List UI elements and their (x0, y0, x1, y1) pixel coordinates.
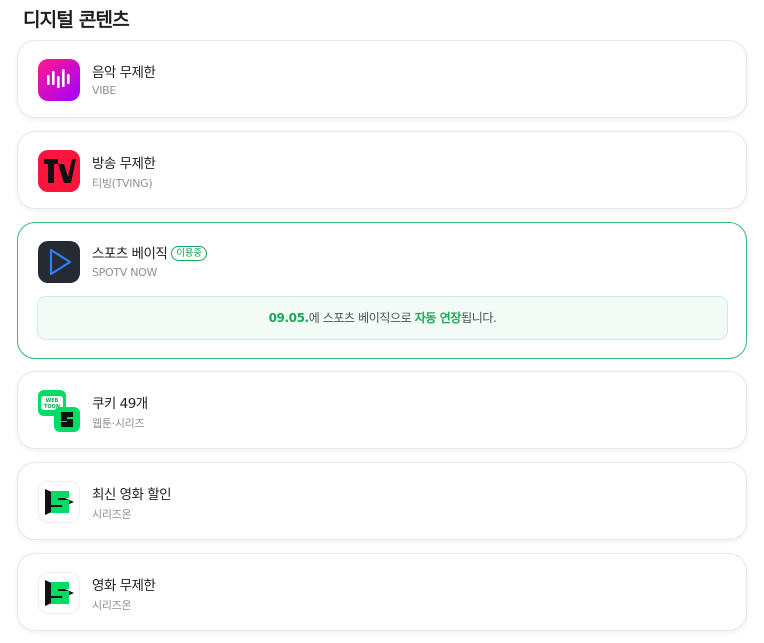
content-card-tving[interactable]: 방송 무제한 티빙(TVING) (17, 131, 747, 209)
item-title: 방송 무제한 (92, 156, 156, 172)
content-card-cookie[interactable]: WEB TOON 쿠키 49개 웹툰·시리즈 (17, 371, 747, 449)
item-subtitle: VIBE (92, 84, 117, 97)
status-badge: 이용중 (171, 246, 207, 261)
section-title: 디지털 콘텐츠 (23, 9, 130, 31)
item-title: 영화 무제한 (92, 578, 156, 594)
webtoon-series-icon: WEB TOON (38, 390, 80, 432)
notice-highlight: 자동 연장 (414, 311, 462, 325)
series-on-logo-icon (38, 572, 80, 614)
item-title-row: 스포츠 베이직 이용중 (92, 242, 207, 262)
content-card-vibe[interactable]: 음악 무제한 VIBE (17, 40, 747, 118)
auto-renew-notice: 09.05.에 스포츠 베이직으로 자동 연장됩니다. (37, 296, 728, 340)
spotv-play-icon (38, 241, 80, 283)
item-title: 스포츠 베이직 (92, 246, 168, 262)
series-on-logo-icon (38, 481, 80, 523)
item-subtitle: SPOTV NOW (92, 266, 158, 279)
notice-text-end: 됩니다. (461, 311, 497, 325)
item-subtitle: 시리즈온 (92, 508, 132, 521)
item-subtitle: 티빙(TVING) (92, 177, 153, 190)
item-title: 최신 영화 할인 (92, 487, 172, 503)
vibe-logo-icon (38, 59, 80, 101)
notice-date: 09.05. (268, 311, 310, 325)
tving-logo-icon (38, 150, 80, 192)
item-subtitle: 시리즈온 (92, 599, 132, 612)
content-card-series-on-discount[interactable]: 최신 영화 할인 시리즈온 (17, 462, 747, 540)
item-title: 음악 무제한 (92, 65, 156, 81)
notice-text: 에 스포츠 베이직으로 (308, 311, 415, 325)
item-title: 쿠키 49개 (92, 396, 148, 412)
content-card-spotv[interactable]: 스포츠 베이직 이용중 SPOTV NOW 09.05.에 스포츠 베이직으로 자… (17, 222, 747, 359)
content-card-series-on-unlimited[interactable]: 영화 무제한 시리즈온 (17, 553, 747, 631)
item-subtitle: 웹툰·시리즈 (92, 417, 145, 430)
